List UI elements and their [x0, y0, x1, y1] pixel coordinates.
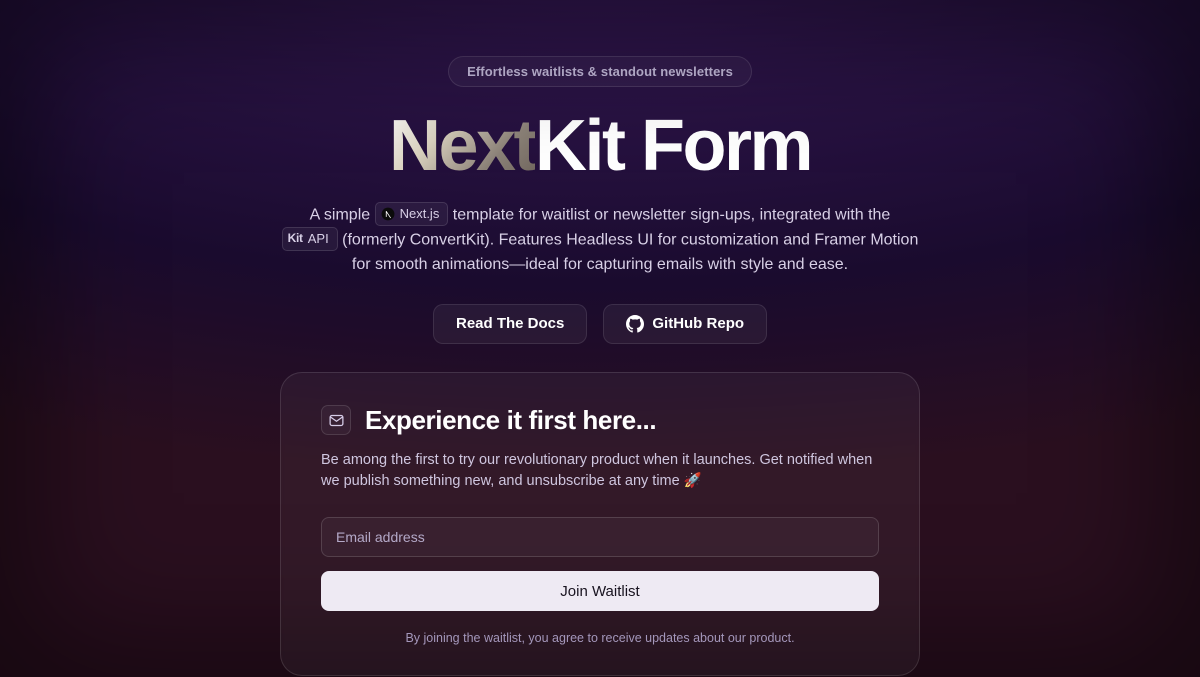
cta-row: Read The Docs GitHub Repo: [433, 304, 767, 344]
desc-part2: template for waitlist or newsletter sign…: [453, 206, 891, 223]
mail-icon: [321, 405, 351, 435]
kit-api-pill: Kit API: [282, 227, 338, 251]
nextjs-pill: Next.js: [375, 202, 449, 226]
email-input[interactable]: [321, 517, 879, 557]
github-repo-button[interactable]: GitHub Repo: [603, 304, 767, 344]
description: A simple Next.js template for waitlist o…: [280, 203, 920, 278]
disclaimer-text: By joining the waitlist, you agree to re…: [321, 631, 879, 645]
kit-pill-api: API: [308, 229, 329, 249]
desc-part1: A simple: [310, 206, 375, 223]
tagline-badge: Effortless waitlists & standout newslett…: [448, 56, 752, 87]
nextjs-pill-label: Next.js: [400, 204, 440, 224]
title-next: Next: [389, 106, 535, 186]
github-icon: [626, 315, 644, 333]
waitlist-card: Experience it first here... Be among the…: [280, 372, 920, 677]
page-title: NextKit Form: [389, 109, 811, 185]
nextjs-icon: [381, 207, 395, 221]
read-docs-label: Read The Docs: [456, 315, 564, 332]
title-rest: Kit Form: [535, 106, 811, 186]
kit-pill-kit: Kit: [288, 229, 303, 248]
card-description: Be among the first to try our revolution…: [321, 450, 879, 494]
read-docs-button[interactable]: Read The Docs: [433, 304, 587, 344]
card-header: Experience it first here...: [321, 405, 879, 436]
join-waitlist-button[interactable]: Join Waitlist: [321, 571, 879, 611]
card-title: Experience it first here...: [365, 405, 656, 436]
github-repo-label: GitHub Repo: [652, 315, 744, 332]
desc-part3: (formerly ConvertKit). Features Headless…: [342, 231, 918, 273]
